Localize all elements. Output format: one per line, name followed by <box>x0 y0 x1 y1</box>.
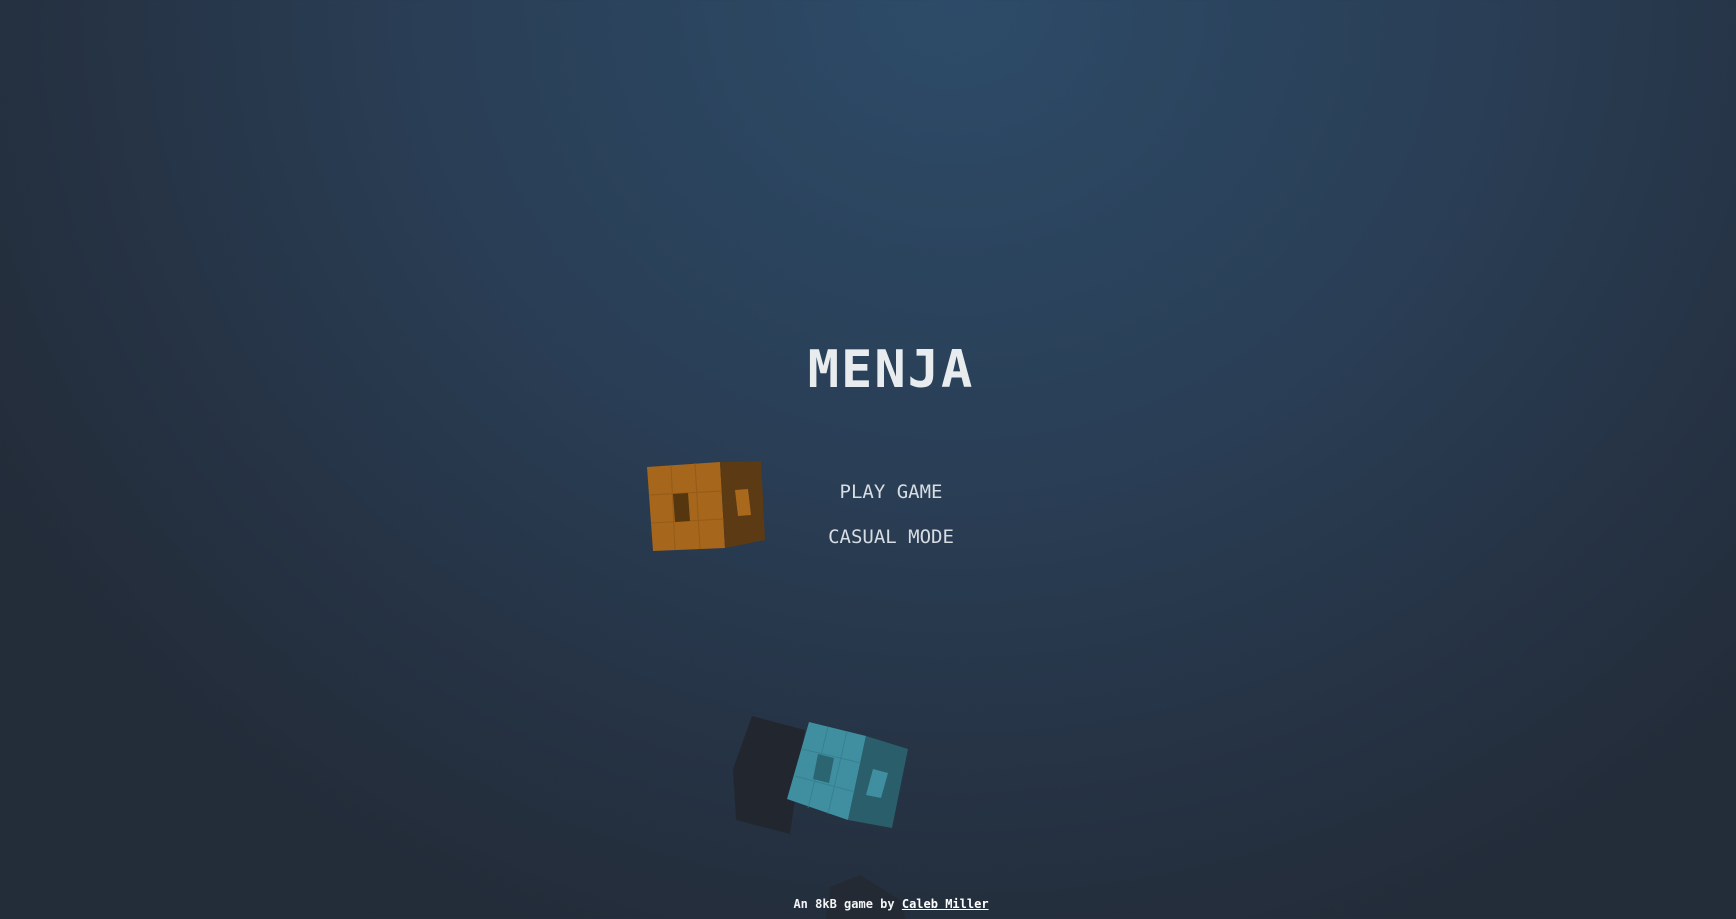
game-scene[interactable] <box>0 0 1736 919</box>
author-link[interactable]: Caleb Miller <box>902 897 989 911</box>
credits-footer: An 8kB game by Caleb Miller <box>0 897 1736 911</box>
main-menu: PLAY GAME CASUAL MODE <box>0 470 1736 560</box>
game-title: MENJA <box>807 340 975 400</box>
casual-mode-button[interactable]: CASUAL MODE <box>801 515 981 560</box>
blue-cube[interactable] <box>787 722 908 828</box>
credits-prefix: An 8kB game by <box>793 897 895 911</box>
play-game-button[interactable]: PLAY GAME <box>801 470 981 515</box>
